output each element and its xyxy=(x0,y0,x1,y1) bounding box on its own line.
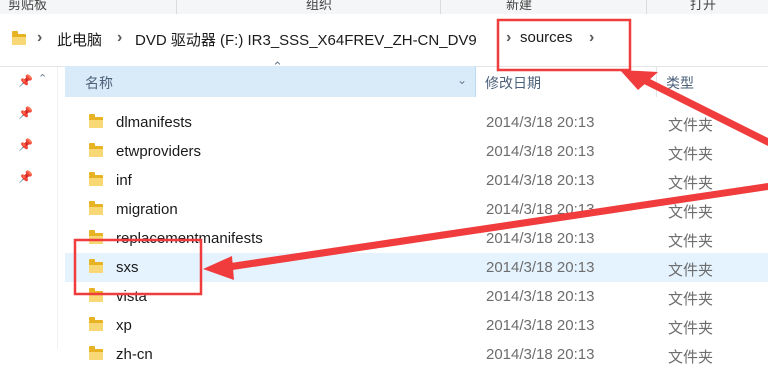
file-type: 文件夹 xyxy=(668,349,714,366)
chevron-right-icon[interactable]: › xyxy=(37,29,42,47)
file-date: 2014/3/18 20:13 xyxy=(486,317,595,334)
file-row-dlmanifests[interactable]: dlmanifests 2014/3/18 20:13 文件夹 xyxy=(65,108,768,137)
folder-icon xyxy=(89,259,103,273)
folder-icon xyxy=(12,31,26,45)
file-row-vista[interactable]: vista 2014/3/18 20:13 文件夹 xyxy=(65,282,768,311)
file-row-replacementmanifests[interactable]: replacementmanifests 2014/3/18 20:13 文件夹 xyxy=(65,224,768,253)
pin-icon: 📌 xyxy=(18,170,33,184)
file-name: sxs xyxy=(116,259,139,276)
file-type: 文件夹 xyxy=(668,320,714,337)
file-date: 2014/3/18 20:13 xyxy=(486,143,595,160)
folder-icon xyxy=(89,230,103,244)
file-row-zh-cn[interactable]: zh-cn 2014/3/18 20:13 文件夹 xyxy=(65,340,768,369)
file-type: 文件夹 xyxy=(668,146,714,163)
column-name[interactable]: ⌃ 名称 ⌄ xyxy=(65,59,476,97)
file-date: 2014/3/18 20:13 xyxy=(486,288,595,305)
file-name: vista xyxy=(116,288,147,305)
folder-icon xyxy=(89,288,103,302)
file-name: inf xyxy=(116,172,132,189)
file-date: 2014/3/18 20:13 xyxy=(486,172,595,189)
chevron-right-icon[interactable]: › xyxy=(589,29,594,47)
file-name: replacementmanifests xyxy=(116,230,263,247)
chevron-down-icon[interactable]: ⌄ xyxy=(457,73,467,87)
file-row-migration[interactable]: migration 2014/3/18 20:13 文件夹 xyxy=(65,195,768,224)
breadcrumb-this-pc[interactable]: 此电脑 xyxy=(57,29,102,50)
ribbon-group-clipboard: 剪贴板 xyxy=(8,0,48,12)
file-name: xp xyxy=(116,317,132,334)
folder-icon xyxy=(89,201,103,215)
breadcrumb-sources[interactable]: sources xyxy=(520,29,573,46)
navigation-pane: ⌃ 📌 📌 📌 📌 xyxy=(0,67,56,349)
file-type: 文件夹 xyxy=(668,233,714,250)
chevron-right-icon[interactable]: › xyxy=(117,29,122,47)
pin-icon: 📌 xyxy=(18,74,33,88)
folder-icon xyxy=(89,172,103,186)
file-list: dlmanifests 2014/3/18 20:13 文件夹 etwprovi… xyxy=(65,108,768,366)
file-name: etwproviders xyxy=(116,143,202,160)
ribbon-divider xyxy=(646,0,647,14)
ribbon-group-organize: 组织 xyxy=(306,0,333,12)
collapse-icon[interactable]: ⌃ xyxy=(38,72,47,85)
ribbon-group-new: 新建 xyxy=(506,0,533,12)
breadcrumb-dvd-drive[interactable]: DVD 驱动器 (F:) IR3_SSS_X64FREV_ZH-CN_DV9 xyxy=(135,29,477,50)
file-type: 文件夹 xyxy=(668,262,714,279)
pin-icon: 📌 xyxy=(18,106,33,120)
file-name: migration xyxy=(116,201,178,218)
folder-icon xyxy=(89,143,103,157)
address-bar[interactable]: › 此电脑 › DVD 驱动器 (F:) IR3_SSS_X64FREV_ZH-… xyxy=(0,14,768,67)
sort-ascending-icon: ⌃ xyxy=(272,59,283,74)
column-name-label: 名称 xyxy=(85,75,113,91)
file-name: dlmanifests xyxy=(116,114,192,131)
folder-icon xyxy=(89,114,103,128)
ribbon-group-open: 打开 xyxy=(690,0,717,12)
ribbon-divider xyxy=(176,0,177,14)
file-type: 文件夹 xyxy=(668,204,714,221)
file-row-inf[interactable]: inf 2014/3/18 20:13 文件夹 xyxy=(65,166,768,195)
chevron-right-icon[interactable]: › xyxy=(506,29,511,47)
folder-icon xyxy=(89,346,103,360)
column-type[interactable]: 类型 xyxy=(657,66,768,97)
file-type: 文件夹 xyxy=(668,291,714,308)
ribbon-divider xyxy=(440,0,441,14)
pane-divider xyxy=(57,67,58,349)
column-date-label: 修改日期 xyxy=(485,75,541,91)
file-date: 2014/3/18 20:13 xyxy=(486,230,595,247)
file-type: 文件夹 xyxy=(668,117,714,134)
folder-icon xyxy=(89,317,103,331)
pin-icon: 📌 xyxy=(18,138,33,152)
file-date: 2014/3/18 20:13 xyxy=(486,259,595,276)
ribbon-group-labels: 剪贴板 组织 新建 打开 xyxy=(0,0,768,15)
file-type: 文件夹 xyxy=(668,175,714,192)
column-header: ⌃ 名称 ⌄ 修改日期 类型 xyxy=(65,59,768,97)
file-row-etwproviders[interactable]: etwproviders 2014/3/18 20:13 文件夹 xyxy=(65,137,768,166)
column-date[interactable]: 修改日期 xyxy=(476,66,657,97)
file-date: 2014/3/18 20:13 xyxy=(486,201,595,218)
file-date: 2014/3/18 20:13 xyxy=(486,114,595,131)
file-row-sxs[interactable]: sxs 2014/3/18 20:13 文件夹 xyxy=(65,253,768,282)
file-row-xp[interactable]: xp 2014/3/18 20:13 文件夹 xyxy=(65,311,768,340)
column-type-label: 类型 xyxy=(666,75,694,91)
